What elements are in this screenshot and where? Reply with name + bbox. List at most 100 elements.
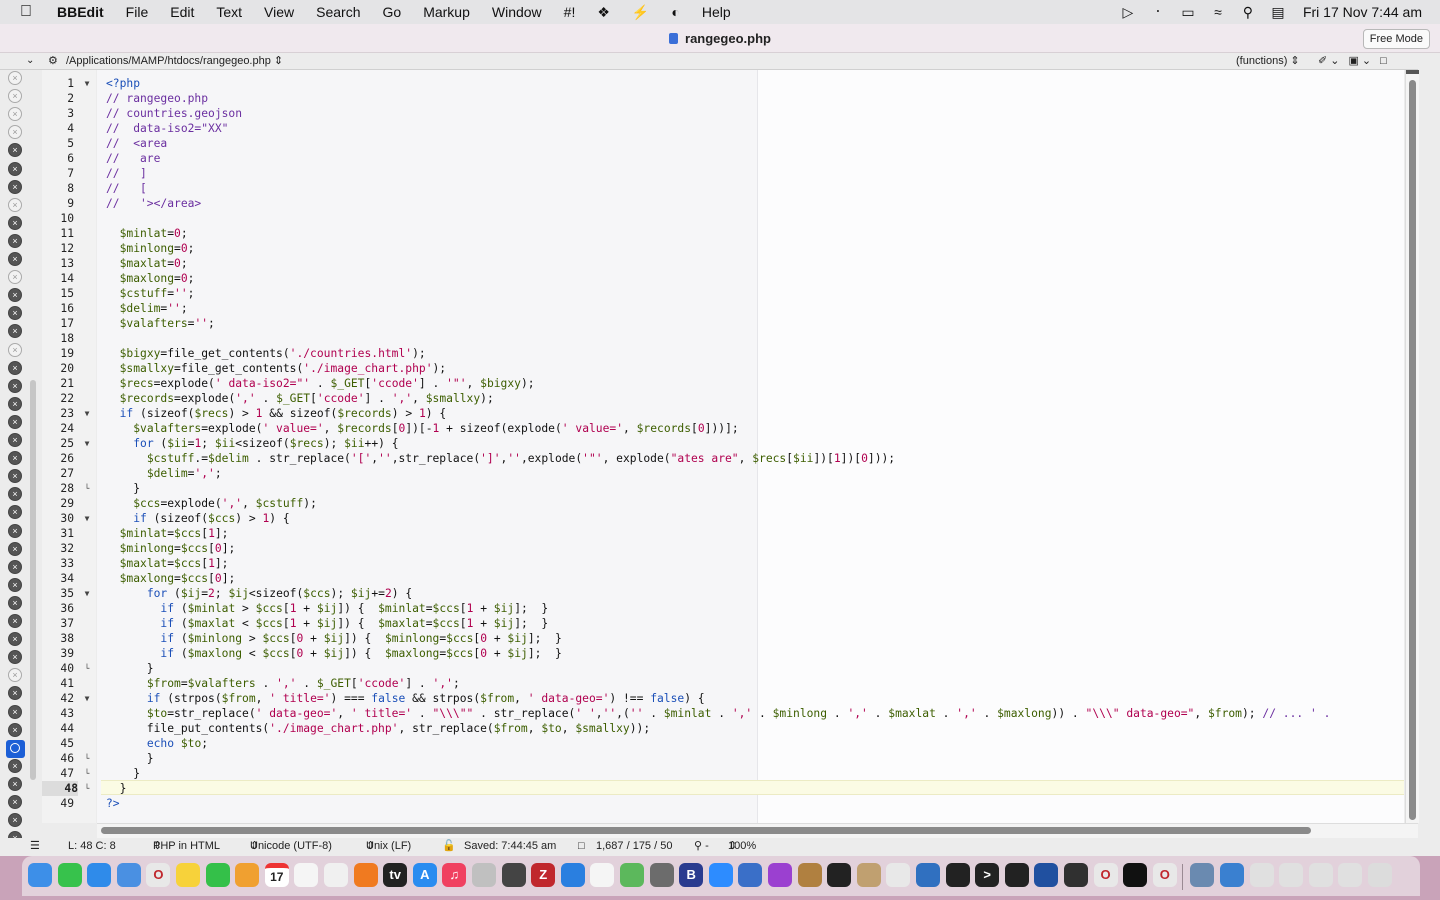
calendar-icon[interactable]: 17	[264, 863, 289, 887]
zoom-icon[interactable]	[708, 863, 733, 887]
clippings-menu-icon[interactable]: ◐	[660, 0, 690, 24]
finder-icon[interactable]	[28, 863, 52, 887]
close-document-icon[interactable]: ×	[8, 776, 22, 791]
split-bar-handle[interactable]	[1406, 70, 1419, 74]
code-line[interactable]: // countries.geojson	[106, 106, 1330, 121]
close-document-icon[interactable]: ×	[8, 306, 22, 321]
close-document-icon[interactable]: ×	[8, 270, 22, 285]
chevron-down-icon[interactable]: ⌄	[26, 53, 34, 69]
control-center-icon[interactable]: ▤	[1263, 4, 1293, 21]
vertical-scroll-thumb[interactable]	[1409, 80, 1416, 820]
documents-stack-icon[interactable]	[1249, 863, 1274, 887]
close-document-icon[interactable]: ×	[8, 233, 22, 248]
fold-triangle-icon[interactable]: ▼	[82, 691, 92, 706]
line-number[interactable]: 40	[42, 661, 74, 676]
close-document-icon[interactable]: ×	[8, 451, 22, 466]
markers-and-counterpart-icons[interactable]: ✐⌄ ▣⌄ □	[1318, 53, 1390, 69]
code-line[interactable]: $records=explode(',' . $_GET['ccode'] . …	[106, 391, 1330, 406]
line-number[interactable]: 45	[42, 736, 74, 751]
close-document-icon[interactable]: ×	[8, 179, 22, 194]
safari-icon[interactable]	[87, 863, 112, 887]
line-number[interactable]: 48	[42, 781, 78, 796]
code-line[interactable]: // ]	[106, 166, 1330, 181]
code-line[interactable]: $maxlong=$ccs[0];	[106, 571, 1330, 586]
close-document-icon[interactable]: ×	[8, 758, 22, 773]
code-line[interactable]: if ($maxlat < $ccs[1 + $ij]) { $maxlat=$…	[106, 616, 1330, 631]
close-document-icon[interactable]: ×	[8, 324, 22, 339]
filezilla-icon[interactable]: Z	[531, 863, 556, 887]
spotlight-icon[interactable]: ⚲	[1233, 4, 1263, 21]
close-document-icon[interactable]: ×	[8, 252, 22, 266]
close-document-icon[interactable]: ×	[8, 396, 22, 411]
code-line[interactable]: for ($ij=2; $ij<sizeof($ccs); $ij+=2) {	[106, 586, 1330, 601]
close-document-icon[interactable]: ×	[8, 469, 22, 484]
code-line[interactable]: if ($minlat > $ccs[1 + $ij]) { $minlat=$…	[106, 601, 1330, 616]
code-line[interactable]: $to=str_replace(' data-geo=', ' title=' …	[106, 706, 1331, 721]
play-icon[interactable]: ▷	[1113, 4, 1143, 21]
line-number[interactable]: 28	[42, 481, 74, 496]
code-line[interactable]	[106, 211, 1330, 226]
menu-app-bbedit[interactable]: BBEdit	[46, 0, 115, 24]
code-line[interactable]: $from=$valafters . ',' . $_GET['ccode'] …	[106, 676, 1330, 691]
close-document-icon[interactable]: ×	[8, 89, 22, 104]
line-number[interactable]: 19	[42, 346, 74, 361]
close-document-icon[interactable]: ×	[8, 71, 22, 85]
code-line[interactable]: $ccs=explode(',', $cstuff);	[106, 496, 1330, 511]
line-number[interactable]: 2	[42, 91, 74, 106]
line-number[interactable]: 30	[42, 511, 74, 526]
close-document-icon[interactable]: ×	[8, 197, 22, 212]
code-line[interactable]: $maxlat=0;	[106, 256, 1330, 271]
mail-icon[interactable]	[116, 863, 141, 887]
code-line[interactable]: if (sizeof($ccs) > 1) {	[106, 511, 1330, 526]
close-document-icon[interactable]: ×	[8, 686, 22, 701]
functions-popup[interactable]: (functions) ⇕	[1236, 53, 1300, 69]
menu-shebang[interactable]: #!	[553, 0, 587, 24]
code-line[interactable]: $smallxy=file_get_contents('./image_char…	[106, 361, 1330, 376]
opera-3-icon[interactable]: O	[1152, 863, 1177, 887]
fold-triangle-icon[interactable]: ▼	[82, 76, 92, 91]
news-icon[interactable]	[324, 863, 348, 887]
close-document-icon[interactable]: ×	[8, 342, 22, 357]
menu-view[interactable]: View	[253, 0, 305, 24]
preview-icon[interactable]	[649, 863, 674, 887]
code-line[interactable]: }	[106, 661, 1330, 676]
scripts-menu-icon[interactable]: ❖	[586, 0, 621, 24]
code-line[interactable]: }	[106, 481, 1330, 496]
code-line[interactable]: $maxlong=0;	[106, 271, 1330, 286]
close-document-icon[interactable]: ×	[8, 795, 22, 809]
line-number[interactable]: 31	[42, 526, 74, 541]
close-document-icon[interactable]: ×	[8, 614, 22, 628]
code-line[interactable]: // rangegeo.php	[106, 91, 1330, 106]
close-document-icon[interactable]: ×	[8, 107, 22, 122]
close-document-icon[interactable]: ×	[8, 577, 22, 592]
selected-document-icon[interactable]	[6, 740, 25, 758]
line-number[interactable]: 42	[42, 691, 74, 706]
folder-stack-icon[interactable]	[1279, 863, 1304, 887]
facetime-icon[interactable]	[205, 863, 230, 887]
code-line[interactable]: }	[106, 781, 1330, 796]
line-number[interactable]: 24	[42, 421, 74, 436]
code-line[interactable]: for ($ii=1; $ii<sizeof($recs); $ii++) {	[106, 436, 1330, 451]
app-store-icon[interactable]: A	[412, 863, 437, 887]
line-number[interactable]: 17	[42, 316, 74, 331]
horizontal-scroll-thumb[interactable]	[101, 827, 1311, 834]
line-number[interactable]: 20	[42, 361, 74, 376]
keychain-icon[interactable]	[797, 863, 822, 887]
line-number[interactable]: 37	[42, 616, 74, 631]
bbedit-icon[interactable]: B	[679, 863, 704, 887]
menu-markup[interactable]: Markup	[412, 0, 481, 24]
close-document-icon[interactable]: ×	[8, 143, 22, 158]
line-number[interactable]: 11	[42, 226, 74, 241]
menu-file[interactable]: File	[115, 0, 160, 24]
close-document-icon[interactable]: ×	[8, 414, 22, 429]
network-icon[interactable]	[1220, 863, 1244, 887]
quicktime-icon[interactable]	[916, 863, 940, 887]
line-number[interactable]: 12	[42, 241, 74, 256]
firefox-icon[interactable]	[353, 863, 378, 887]
line-number[interactable]: 49	[42, 796, 74, 811]
chrome-icon[interactable]	[886, 863, 911, 887]
code-line[interactable]: <?php	[106, 76, 1330, 91]
netbeans-icon[interactable]	[1034, 863, 1059, 887]
notes-icon[interactable]	[176, 863, 200, 887]
code-line[interactable]: $minlong=$ccs[0];	[106, 541, 1330, 556]
